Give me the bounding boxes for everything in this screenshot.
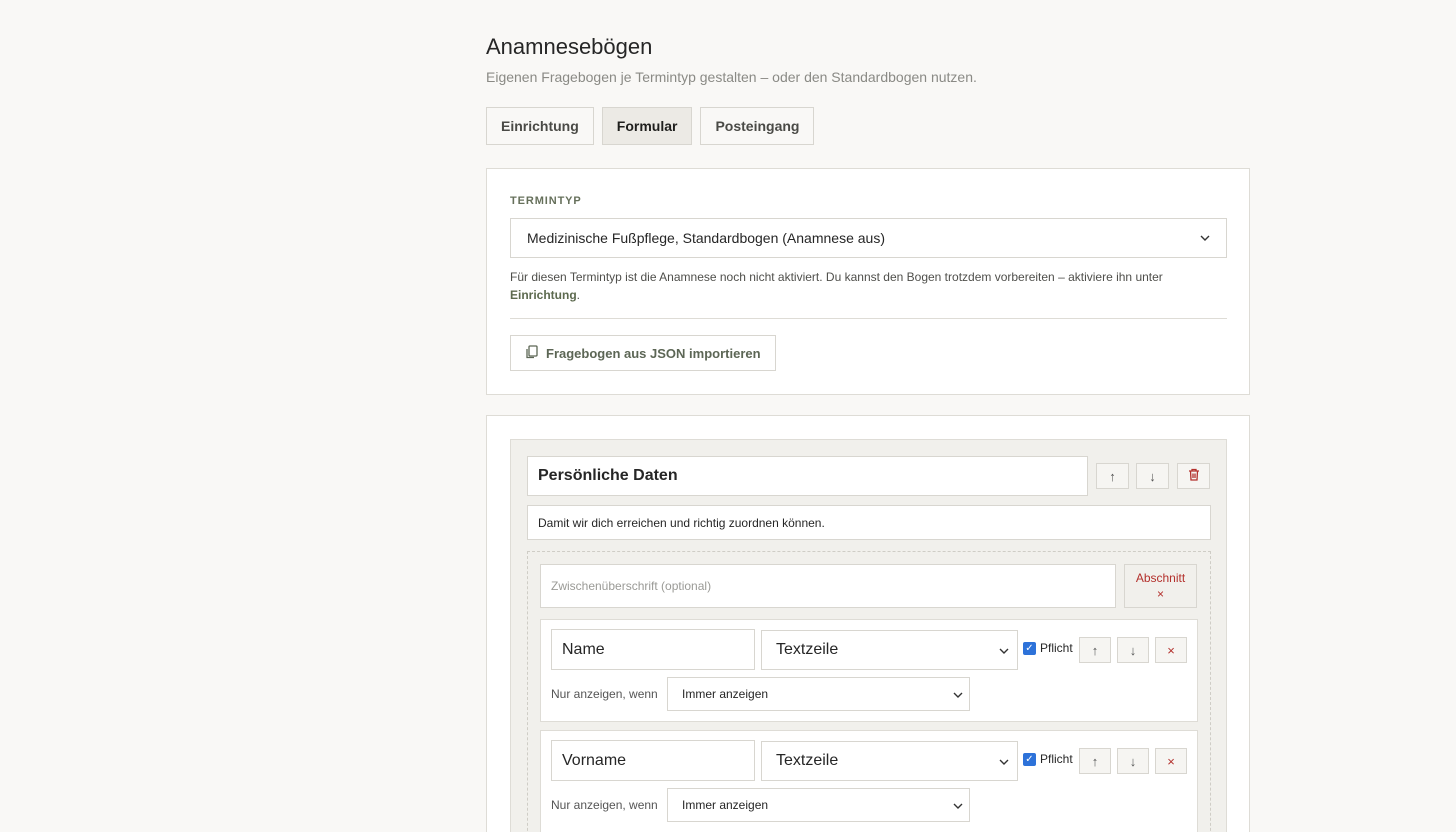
section-title-input[interactable]: Persönliche Daten — [527, 456, 1088, 496]
termintyp-card: TERMINTYP Medizinische Fußpflege, Standa… — [486, 168, 1250, 395]
chevron-down-icon — [999, 641, 1009, 659]
tab-bar: Einrichtung Formular Posteingang — [486, 107, 815, 145]
trash-icon — [1188, 468, 1200, 484]
section-block: Persönliche Daten ↑ ↓ Damit wir dich err… — [510, 439, 1227, 832]
field-move-down-button[interactable]: ↓ — [1117, 637, 1149, 663]
condition-value: Immer anzeigen — [682, 798, 769, 812]
divider — [510, 318, 1227, 319]
field-move-up-button[interactable]: ↑ — [1079, 748, 1111, 774]
field-type-select[interactable]: Textzeile — [761, 741, 1018, 781]
section-description-input[interactable]: Damit wir dich erreichen und richtig zuo… — [527, 505, 1211, 540]
page-subtitle: Eigenen Fragebogen je Termintyp gestalte… — [486, 69, 977, 85]
condition-select[interactable]: Immer anzeigen — [667, 677, 970, 711]
chevron-down-icon — [953, 687, 963, 701]
field-row: Name Textzeile ✓ Pflicht ↑ ↓ × Nur anzei… — [540, 619, 1198, 722]
section-move-up-button[interactable]: ↑ — [1096, 463, 1129, 489]
termintyp-select[interactable]: Medizinische Fußpflege, Standardbogen (A… — [510, 218, 1227, 258]
close-icon: × — [1156, 587, 1164, 601]
field-type-value: Textzeile — [776, 752, 839, 769]
arrow-up-icon: ↑ — [1091, 753, 1099, 769]
arrow-down-icon: ↓ — [1129, 642, 1137, 658]
termintyp-hint: Für diesen Termintyp ist die Anamnese no… — [510, 268, 1210, 304]
arrow-down-icon: ↓ — [1149, 468, 1156, 484]
termintyp-selected-value: Medizinische Fußpflege, Standardbogen (A… — [527, 230, 885, 246]
hint-text: Für diesen Termintyp ist die Anamnese no… — [510, 270, 1163, 284]
arrow-up-icon: ↑ — [1109, 468, 1116, 484]
chevron-down-icon — [999, 752, 1009, 770]
arrow-up-icon: ↑ — [1091, 642, 1099, 658]
remove-subsection-button[interactable]: Abschnitt × — [1124, 564, 1197, 608]
condition-label: Nur anzeigen, wenn — [551, 798, 658, 812]
condition-label: Nur anzeigen, wenn — [551, 687, 658, 701]
chevron-down-icon — [1200, 232, 1210, 244]
arrow-down-icon: ↓ — [1129, 753, 1137, 769]
import-json-button[interactable]: Fragebogen aus JSON importieren — [510, 335, 776, 371]
field-type-select[interactable]: Textzeile — [761, 630, 1018, 670]
subheading-input[interactable]: Zwischenüberschrift (optional) — [540, 564, 1116, 608]
subsection-block: Zwischenüberschrift (optional) Abschnitt… — [527, 551, 1211, 832]
page-title: Anamnesebögen — [486, 34, 653, 59]
section-move-down-button[interactable]: ↓ — [1136, 463, 1169, 489]
field-name-input[interactable]: Name — [551, 629, 755, 670]
termintyp-label: TERMINTYP — [510, 195, 582, 207]
field-name-input[interactable]: Vorname — [551, 740, 755, 781]
form-builder-card: Persönliche Daten ↑ ↓ Damit wir dich err… — [486, 415, 1250, 832]
required-checkbox[interactable]: ✓ — [1023, 752, 1036, 766]
field-delete-button[interactable]: × — [1155, 637, 1187, 663]
field-move-up-button[interactable]: ↑ — [1079, 637, 1111, 663]
field-row: Vorname Textzeile ✓ Pflicht ↑ ↓ × Nur an… — [540, 730, 1198, 832]
field-type-value: Textzeile — [776, 641, 839, 658]
field-move-down-button[interactable]: ↓ — [1117, 748, 1149, 774]
required-label: Pflicht — [1040, 752, 1073, 766]
condition-select[interactable]: Immer anzeigen — [667, 788, 970, 822]
tab-einrichtung[interactable]: Einrichtung — [486, 107, 594, 145]
required-toggle: ✓ Pflicht — [1023, 641, 1073, 655]
hint-end: . — [576, 288, 581, 302]
tab-formular[interactable]: Formular — [601, 107, 693, 145]
import-json-label: Fragebogen aus JSON importieren — [546, 345, 761, 361]
close-icon: × — [1167, 753, 1175, 769]
chevron-down-icon — [953, 798, 963, 812]
copy-icon — [525, 344, 538, 362]
einrichtung-link[interactable]: Einrichtung — [510, 288, 577, 302]
required-label: Pflicht — [1040, 641, 1073, 655]
required-checkbox[interactable]: ✓ — [1023, 641, 1036, 655]
tab-posteingang[interactable]: Posteingang — [700, 107, 815, 145]
remove-subsection-label: Abschnitt — [1135, 571, 1186, 585]
close-icon: × — [1167, 642, 1175, 658]
field-delete-button[interactable]: × — [1155, 748, 1187, 774]
condition-value: Immer anzeigen — [682, 687, 769, 701]
required-toggle: ✓ Pflicht — [1023, 752, 1073, 766]
section-delete-button[interactable] — [1177, 463, 1210, 489]
